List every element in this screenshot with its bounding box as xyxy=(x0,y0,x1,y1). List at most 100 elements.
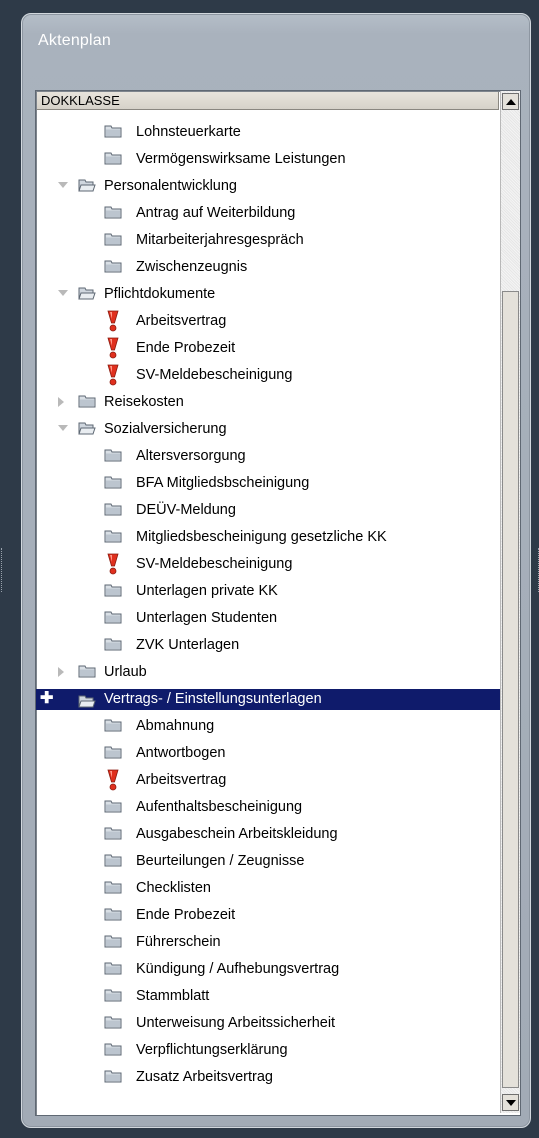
tree-item-row[interactable]: Aufenthaltsbescheinigung xyxy=(36,794,500,821)
tree-row-label: Personalentwicklung xyxy=(104,178,237,194)
right-resize-handle[interactable] xyxy=(534,548,539,592)
expand-arrow-icon[interactable] xyxy=(58,425,68,431)
tree-item-row[interactable]: Unterlagen Studenten xyxy=(36,605,500,632)
tree-group-row[interactable]: Pflichtdokumente xyxy=(36,281,500,308)
tree-row-label: Pflichtdokumente xyxy=(104,286,216,302)
tree-row-label: Ausgabeschein Arbeitskleidung xyxy=(136,826,338,842)
tree-row-label: Arbeitsvertrag xyxy=(136,772,227,788)
tree-item-row[interactable]: Mitarbeiterjahresgespräch xyxy=(36,227,500,254)
tree-item-row[interactable]: Abmahnung xyxy=(36,713,500,740)
expand-arrow-icon[interactable] xyxy=(58,182,68,188)
folder-icon xyxy=(104,503,122,516)
left-resize-handle[interactable] xyxy=(1,548,7,592)
folder-icon xyxy=(104,881,122,894)
tree-row-label: Stammblatt xyxy=(136,988,210,1004)
folder-icon xyxy=(104,530,122,543)
scroll-down-button[interactable] xyxy=(502,1094,519,1111)
tree-item-row[interactable]: Antrag auf Weiterbildung xyxy=(36,200,500,227)
folder-icon xyxy=(104,260,122,273)
collapse-arrow-icon[interactable] xyxy=(58,667,64,677)
tree-row-label: Arbeitsvertrag xyxy=(136,313,227,329)
tree-group-row[interactable]: Sozialversicherung xyxy=(36,416,500,443)
tree-row-label: BFA Mitgliedsbscheinigung xyxy=(136,475,310,491)
tree-row-label: Beurteilungen / Zeugnisse xyxy=(136,853,305,869)
tree-item-row[interactable]: Stammblatt xyxy=(36,983,500,1010)
tree-item-row[interactable]: Arbeitsvertrag xyxy=(36,308,500,335)
tree-item-row[interactable]: Lohnsteuerkarte xyxy=(36,119,500,146)
tree-row-label: Ende Probezeit xyxy=(136,340,236,356)
tree-item-row[interactable]: Ausgabeschein Arbeitskleidung xyxy=(36,821,500,848)
tree-row-label: DEÜV-Meldung xyxy=(136,502,236,518)
folder-icon xyxy=(104,800,122,813)
tree-item-row[interactable]: Mitgliedsbescheinigung gesetzliche KK xyxy=(36,524,500,551)
folder-open-icon xyxy=(78,287,96,300)
tree-group-row[interactable]: Personalentwicklung xyxy=(36,173,500,200)
tree-rows: Lohnsteuerkarte Vermögenswirksame Leistun… xyxy=(36,119,500,1091)
expand-arrow-icon[interactable] xyxy=(58,290,68,296)
warning-icon xyxy=(107,553,119,575)
tree-row-label: Verpflichtungserklärung xyxy=(136,1042,288,1058)
folder-icon xyxy=(104,962,122,975)
scroll-up-button[interactable] xyxy=(502,93,519,110)
tree-row-label: Ende Probezeit xyxy=(136,907,236,923)
tree-column-header[interactable]: DOKKLASSE xyxy=(37,92,499,110)
tree-item-row[interactable]: Führerschein xyxy=(36,929,500,956)
tree-group-row[interactable]: Reisekosten xyxy=(36,389,500,416)
tree-item-row[interactable]: SV-Meldebescheinigung xyxy=(36,551,500,578)
tree-item-row[interactable]: Kündigung / Aufhebungsvertrag xyxy=(36,956,500,983)
tree-row-label: Antrag auf Weiterbildung xyxy=(136,205,296,221)
folder-icon xyxy=(104,935,122,948)
folder-icon xyxy=(104,206,122,219)
tree-item-row[interactable]: BFA Mitgliedsbscheinigung xyxy=(36,470,500,497)
tree-row-label: Zwischenzeugnis xyxy=(136,259,248,275)
tree-item-row[interactable]: Zwischenzeugnis xyxy=(36,254,500,281)
tree-item-row[interactable]: Antwortbogen xyxy=(36,740,500,767)
folder-icon xyxy=(78,395,96,408)
folder-icon xyxy=(104,584,122,597)
tree-item-row[interactable]: Ende Probezeit xyxy=(36,902,500,929)
folder-icon xyxy=(104,152,122,165)
arrow-down-icon xyxy=(505,1099,516,1106)
scrollbar-thumb[interactable] xyxy=(502,291,519,1088)
tree-item-row[interactable]: Vermögenswirksame Leistungen xyxy=(36,146,500,173)
folder-open-icon xyxy=(78,422,96,435)
folder-open-icon xyxy=(78,695,96,708)
tree-item-row[interactable]: Checklisten xyxy=(36,875,500,902)
folder-icon xyxy=(104,746,122,759)
tree-row-label: Vertrags- / Einstellungsunterlagen xyxy=(104,691,322,707)
vertical-scrollbar[interactable] xyxy=(500,91,520,1113)
tree-row-label: Mitgliedsbescheinigung gesetzliche KK xyxy=(136,529,387,545)
tree-item-row[interactable]: Beurteilungen / Zeugnisse xyxy=(36,848,500,875)
tree-row-label: ZVK Unterlagen xyxy=(136,637,240,653)
panel-title: Aktenplan xyxy=(38,32,111,49)
collapse-arrow-icon[interactable] xyxy=(58,397,64,407)
tree-row-label: Mitarbeiterjahresgespräch xyxy=(136,232,304,248)
tree-item-row[interactable]: Unterweisung Arbeitssicherheit xyxy=(36,1010,500,1037)
folder-icon xyxy=(104,854,122,867)
tree-item-row[interactable]: SV-Meldebescheinigung xyxy=(36,362,500,389)
warning-icon xyxy=(107,769,119,791)
tree-item-row[interactable]: Unterlagen private KK xyxy=(36,578,500,605)
tree-group-row[interactable]: Urlaub xyxy=(36,659,500,686)
tree-group-row[interactable]: ✚ Vertrags- / Einstellungsunterlagen xyxy=(36,689,500,710)
tree-item-row[interactable]: Zusatz Arbeitsvertrag xyxy=(36,1064,500,1091)
tree-row-label: Urlaub xyxy=(104,664,147,680)
folder-icon xyxy=(104,476,122,489)
tree-row-label: Lohnsteuerkarte xyxy=(136,124,241,140)
document-class-tree[interactable]: DOKKLASSE Lohnsteuerkarte Vermögenswirksa… xyxy=(35,90,521,1116)
folder-icon xyxy=(104,1070,122,1083)
tree-item-row[interactable]: Altersversorgung xyxy=(36,443,500,470)
folder-icon xyxy=(78,665,96,678)
tree-item-row[interactable]: ZVK Unterlagen xyxy=(36,632,500,659)
tree-row-label: SV-Meldebescheinigung xyxy=(136,556,293,572)
warning-icon xyxy=(107,337,119,359)
tree-item-row[interactable]: Arbeitsvertrag xyxy=(36,767,500,794)
tree-row-label: Altersversorgung xyxy=(136,448,246,464)
tree-item-row[interactable]: Verpflichtungserklärung xyxy=(36,1037,500,1064)
tree-row-label: Führerschein xyxy=(136,934,221,950)
warning-icon xyxy=(107,364,119,386)
tree-item-row[interactable]: Ende Probezeit xyxy=(36,335,500,362)
folder-icon xyxy=(104,125,122,138)
folder-icon xyxy=(104,611,122,624)
tree-item-row[interactable]: DEÜV-Meldung xyxy=(36,497,500,524)
